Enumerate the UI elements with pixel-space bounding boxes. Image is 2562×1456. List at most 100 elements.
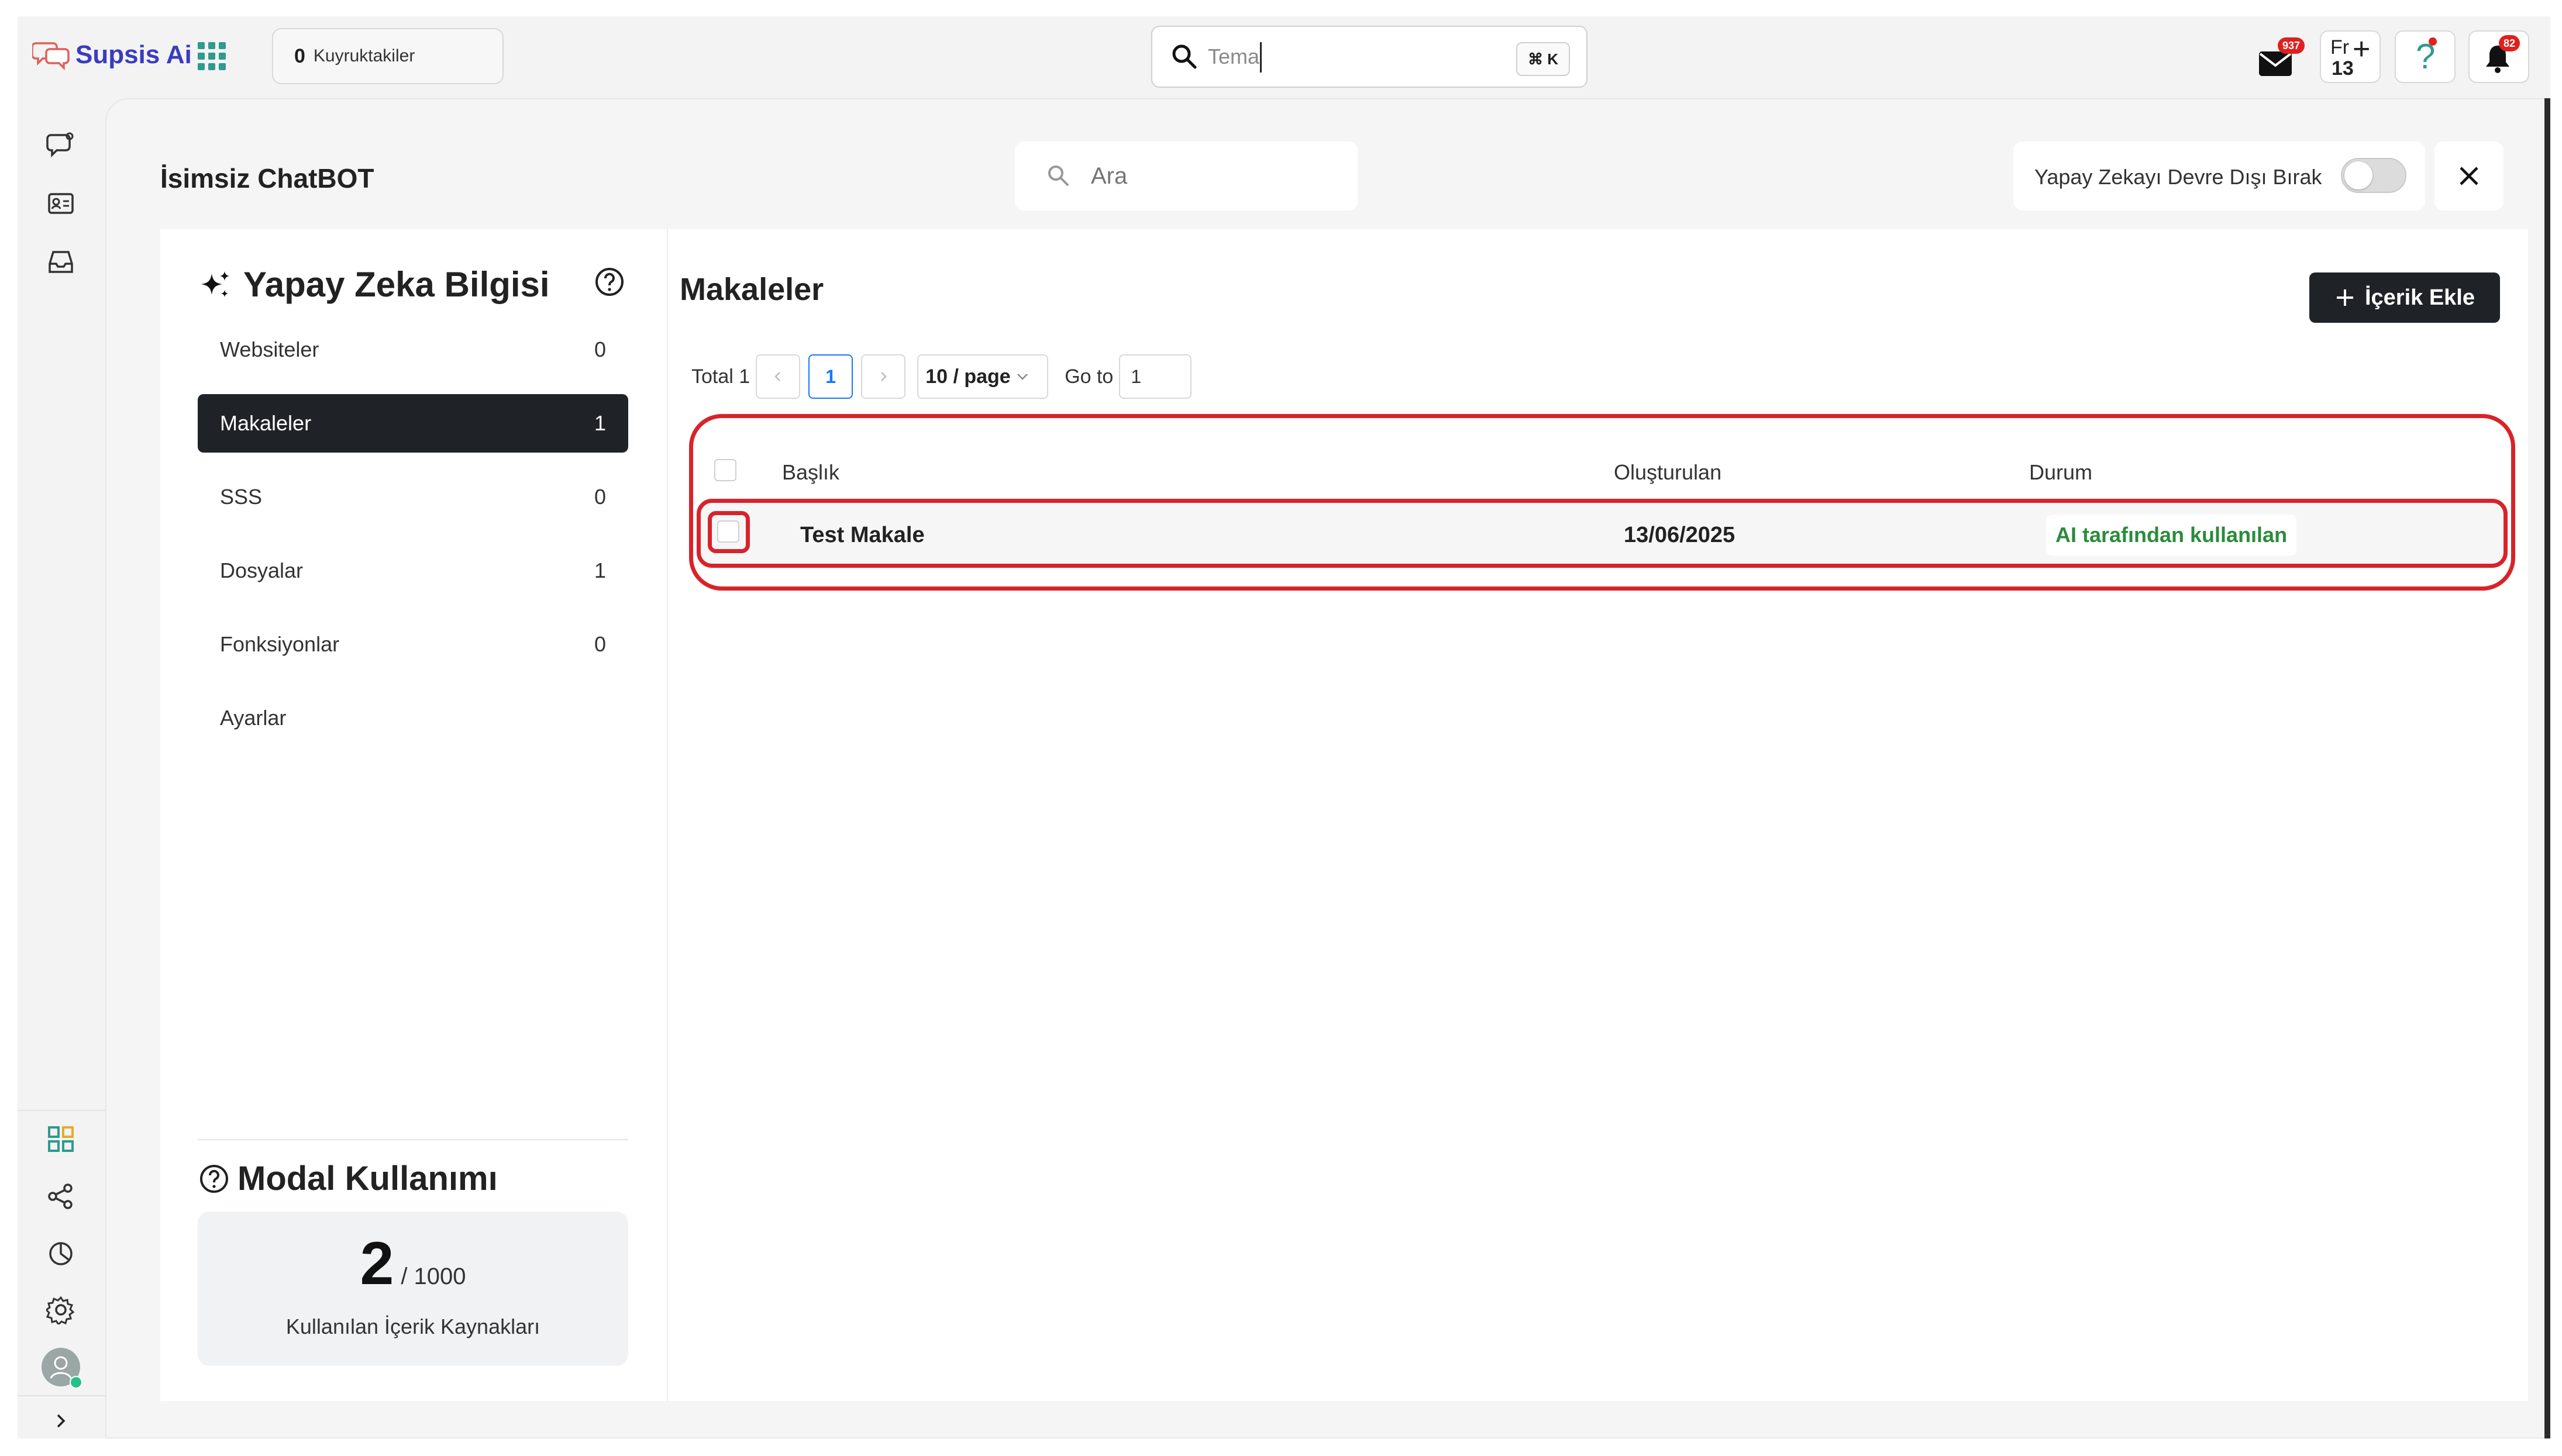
mail-button[interactable]: 937 — [2252, 37, 2308, 84]
scrollbar[interactable] — [2544, 98, 2550, 1438]
add-content-label: İçerik Ekle — [2364, 285, 2475, 310]
chevron-down-icon — [1017, 374, 1028, 380]
page-button-current[interactable]: 1 — [808, 354, 853, 399]
switch-knob — [2344, 161, 2372, 189]
column-header-status[interactable]: Durum — [2029, 460, 2092, 485]
nav-item-files[interactable]: Dosyalar 1 — [198, 541, 628, 600]
column-header-created[interactable]: Oluşturulan — [1614, 460, 1721, 485]
gear-icon — [46, 1296, 75, 1324]
rail-expand-button[interactable] — [43, 1403, 78, 1438]
rail-integrations[interactable] — [43, 1179, 78, 1214]
prev-page-button[interactable] — [756, 354, 801, 399]
knowledge-panel: Yapay Zeka Bilgisi Websiteler 0 Makalele… — [160, 229, 667, 1401]
notifications-button[interactable]: 82 — [2468, 30, 2529, 83]
global-search-input[interactable]: Tema ⌘ K — [1151, 26, 1588, 88]
nav-item-label: Makaleler — [220, 411, 312, 435]
content-search-input[interactable] — [1090, 159, 1338, 193]
close-button[interactable] — [2434, 142, 2504, 211]
fr-label: Fr — [2330, 36, 2350, 58]
panel-divider — [198, 1139, 628, 1140]
plus-icon: + — [2353, 32, 2371, 66]
left-rail — [18, 104, 105, 1438]
usage-card: 2 / 1000 Kullanılan İçerik Kaynakları — [198, 1212, 628, 1366]
close-icon — [2460, 167, 2478, 185]
usage-limit: / 1000 — [401, 1264, 466, 1289]
page-title: İsimsiz ChatBOT — [160, 163, 374, 194]
nav-item-articles[interactable]: Makaleler 1 — [198, 394, 628, 453]
app-logo[interactable]: Supsis Ai — [32, 39, 192, 71]
rail-chat[interactable] — [43, 127, 78, 163]
nav-item-label: Ayarlar — [220, 706, 287, 730]
chat-bubbles-logo-icon — [32, 42, 70, 71]
inbox-icon — [49, 251, 73, 273]
usage-used: 2 — [360, 1230, 394, 1298]
nav-item-label: Websiteler — [220, 337, 319, 361]
page-size-value: 10 / page — [925, 365, 1011, 388]
help-button[interactable]: ? — [2395, 30, 2456, 83]
content-search[interactable] — [1015, 142, 1358, 211]
usage-label: Kullanılan İçerik Kaynakları — [285, 1314, 540, 1338]
content-area: İsimsiz ChatBOT Yapay Zekayı Devre Dışı … — [105, 98, 2550, 1438]
knowledge-title: Yapay Zeka Bilgisi — [199, 264, 550, 305]
avatar — [42, 1348, 82, 1389]
nav-item-count: 0 — [594, 632, 606, 656]
ai-disable-switch[interactable] — [2341, 158, 2406, 193]
knowledge-title-text: Yapay Zeka Bilgisi — [243, 265, 550, 304]
nav-item-count: 1 — [594, 558, 606, 582]
fr-count: 13 — [2332, 57, 2354, 80]
fr-add-button[interactable]: Fr + 13 — [2320, 30, 2381, 83]
app-window: Supsis Ai 0 Kuyruktakiler Tema ⌘ K 937 F… — [18, 16, 2550, 1438]
help-dot — [2429, 37, 2437, 46]
contact-card-icon — [48, 193, 74, 214]
nav-item-count: 1 — [594, 411, 606, 435]
articles-table: Başlık Oluşturulan Durum Test Makale 13/… — [689, 414, 2515, 591]
apps-grid-icon[interactable] — [198, 42, 226, 70]
nav-item-websites[interactable]: Websiteler 0 — [198, 320, 628, 379]
share-nodes-icon — [48, 1184, 73, 1209]
select-all-checkbox[interactable] — [714, 459, 736, 481]
row-title: Test Makale — [800, 523, 925, 547]
dashboard-grid-icon — [48, 1126, 74, 1152]
text-caret — [1260, 42, 1262, 73]
goto-label: Go to — [1065, 365, 1114, 388]
articles-panel: Makaleler İçerik Ekle Total 1 1 10 / pag… — [667, 229, 2528, 1401]
table-row[interactable]: Test Makale 13/06/2025 AI tarafından kul… — [697, 499, 2508, 568]
nav-item-faq[interactable]: SSS 0 — [198, 468, 628, 526]
rail-profile[interactable] — [42, 1348, 82, 1389]
search-icon — [1172, 44, 1197, 69]
top-bar: Supsis Ai 0 Kuyruktakiler Tema ⌘ K 937 F… — [18, 16, 2550, 99]
add-content-button[interactable]: İçerik Ekle — [2309, 272, 2500, 323]
pie-clock-icon — [49, 1242, 73, 1265]
chevron-right-icon — [57, 1414, 66, 1428]
help-circle-icon[interactable] — [593, 265, 626, 298]
queue-counter[interactable]: 0 Kuyruktakiler — [272, 28, 504, 84]
rail-settings[interactable] — [43, 1292, 78, 1327]
rail-reports[interactable] — [43, 1236, 78, 1271]
usage-title-text: Modal Kullanımı — [237, 1160, 498, 1198]
ai-disable-toggle[interactable]: Yapay Zekayı Devre Dışı Bırak — [2013, 142, 2425, 211]
pagination: Total 1 1 10 / page Go to 1 — [691, 353, 1192, 400]
row-checkbox[interactable] — [717, 520, 739, 543]
pagination-total: Total 1 — [691, 365, 750, 388]
queue-label: Kuyruktakiler — [313, 46, 415, 65]
sparkles-icon — [201, 271, 229, 297]
queue-count: 0 — [294, 44, 305, 67]
rail-inbox[interactable] — [43, 244, 78, 280]
rail-dashboard[interactable] — [43, 1122, 78, 1157]
plus-icon — [2336, 289, 2353, 306]
chevron-left-icon — [774, 372, 781, 381]
goto-page-input[interactable]: 1 — [1119, 354, 1192, 399]
notifications-badge: 82 — [2499, 35, 2520, 51]
row-created: 13/06/2025 — [1624, 523, 1735, 547]
nav-item-functions[interactable]: Fonksiyonlar 0 — [198, 615, 628, 674]
search-icon — [1048, 165, 1069, 186]
rail-contacts[interactable] — [43, 186, 78, 221]
mail-badge: 937 — [2278, 37, 2305, 54]
nav-item-label: Fonksiyonlar — [220, 632, 340, 656]
nav-item-settings[interactable]: Ayarlar — [198, 689, 628, 747]
next-page-button[interactable] — [861, 354, 906, 399]
nav-item-count: 0 — [594, 485, 606, 509]
column-header-title[interactable]: Başlık — [782, 460, 839, 485]
app-name: Supsis Ai — [75, 40, 192, 69]
page-size-select[interactable]: 10 / page — [917, 354, 1049, 399]
